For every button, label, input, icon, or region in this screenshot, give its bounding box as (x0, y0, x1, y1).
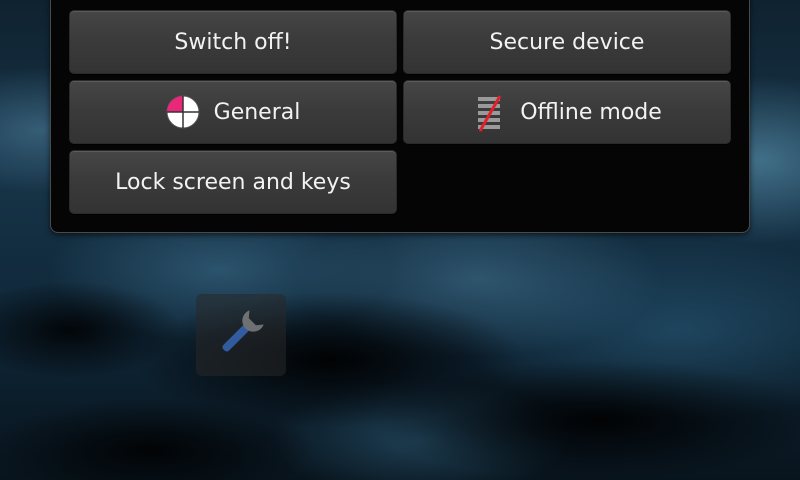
switch-off-button[interactable]: Switch off! (69, 10, 397, 74)
general-label: General (213, 99, 301, 125)
secure-device-label: Secure device (489, 29, 645, 55)
offline-mode-button[interactable]: Offline mode (403, 80, 731, 144)
switch-off-label: Switch off! (174, 29, 292, 55)
lock-screen-button[interactable]: Lock screen and keys (69, 150, 397, 214)
offline-mode-label: Offline mode (520, 99, 662, 125)
wrench-icon (211, 303, 271, 367)
settings-shortcut[interactable] (196, 294, 286, 376)
secure-device-button[interactable]: Secure device (403, 10, 731, 74)
lock-screen-label: Lock screen and keys (115, 169, 351, 195)
general-profile-button[interactable]: General (69, 80, 397, 144)
power-key-menu: Switch off! Secure device General Offlin… (50, 0, 750, 233)
profile-pie-icon (166, 95, 200, 129)
offline-mode-icon (472, 95, 506, 132)
desktop-background: Switch off! Secure device General Offlin… (0, 0, 800, 480)
